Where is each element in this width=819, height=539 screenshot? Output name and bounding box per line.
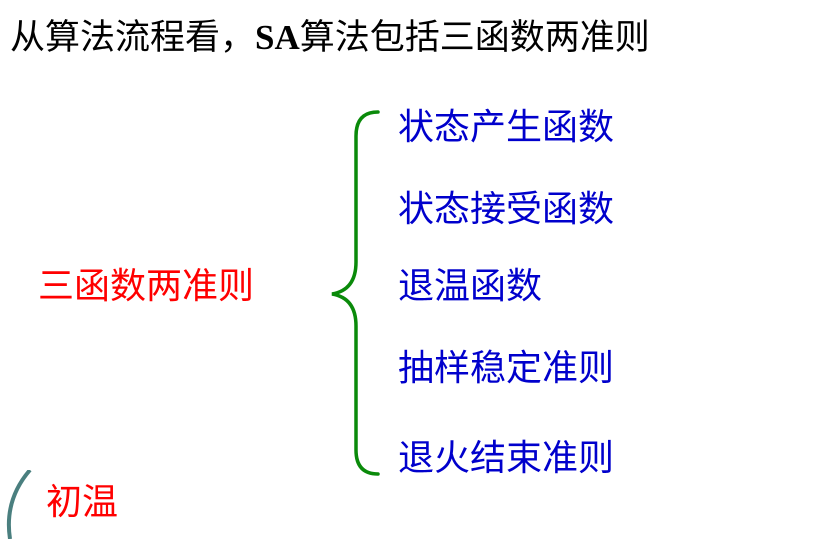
list-item: 退温函数 (398, 266, 543, 307)
decorative-arc (6, 470, 32, 539)
slide-title: 从算法流程看，SA算法包括三函数两准则 (10, 16, 650, 60)
curly-brace-icon (331, 110, 380, 476)
left-label: 三函数两准则 (38, 266, 255, 307)
bottom-label: 初温 (46, 482, 119, 523)
title-prefix: 从算法流程看， (10, 18, 256, 58)
list-item: 退火结束准则 (398, 438, 615, 479)
arc-path (6, 470, 32, 539)
slide: { "title": { "prefix": "从算法流程看，", "latin… (0, 0, 819, 539)
list-item: 状态接受函数 (398, 189, 615, 230)
list-item: 状态产生函数 (398, 107, 615, 148)
title-suffix: 算法包括三函数两准则 (299, 18, 650, 58)
brace-path (331, 110, 380, 476)
list-item: 抽样稳定准则 (398, 348, 615, 389)
title-latin: SA (255, 18, 300, 57)
